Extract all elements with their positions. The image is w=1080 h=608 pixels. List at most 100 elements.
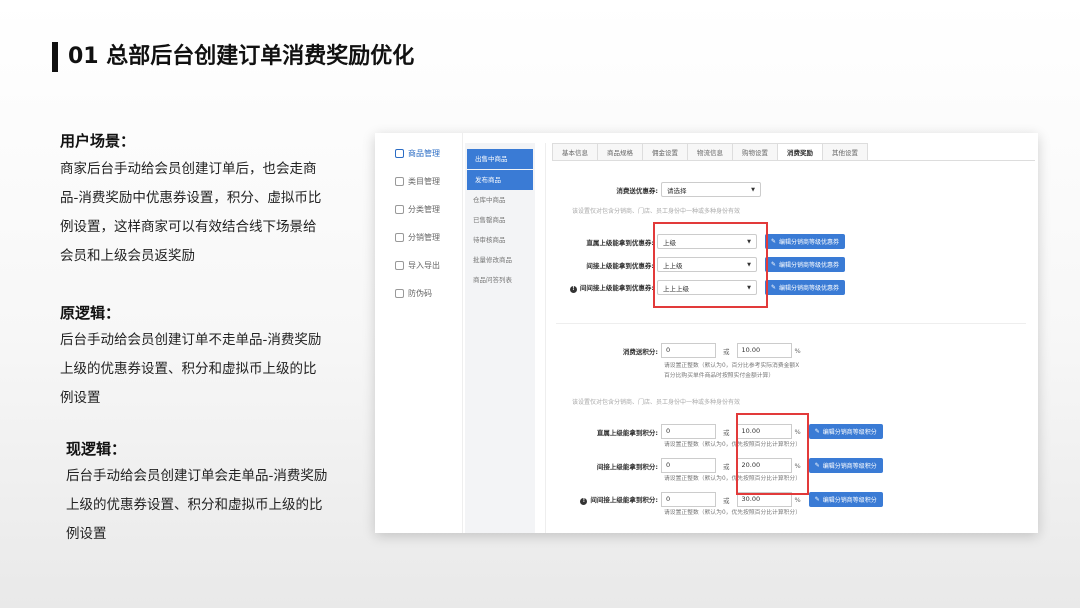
edit-icon: ✎ — [814, 428, 820, 435]
points-note: 请设置正整数（默认为0，百分比参考实际消费金额X百分比购买单件商品时按照实付金额… — [664, 363, 800, 379]
subnav-item[interactable]: 出售中商品 — [467, 149, 533, 169]
tab-bar: 基本信息 商品规格 佣金设置 物流信息 购物设置 消费奖励 其他设置 — [552, 143, 1035, 161]
subnav-item[interactable]: 商品问答列表 — [465, 270, 535, 290]
new-logic-body: 后台手动给会员创建订单会走单品-消费奖励上级的优惠券设置、积分和虚拟币上级的比例… — [66, 468, 328, 542]
nav-label: 分类管理 — [408, 204, 440, 214]
distribution-icon — [395, 232, 404, 242]
edit-icon: ✎ — [771, 284, 777, 291]
or-text: 或 — [723, 462, 730, 471]
coupon-label: 消费送优惠券: — [616, 186, 658, 195]
coupon-row: 消费送优惠券: 请选择 ▼ — [546, 182, 761, 197]
side-nav: 商品管理 类目管理 分类管理 分销管理 导入导出 防伪码 — [375, 133, 463, 533]
tab-reward[interactable]: 消费奖励 — [777, 143, 823, 160]
scene-body: 商家后台手动给会员创建订单后，也会走商品-消费奖励中优惠券设置，积分、虚拟币比例… — [60, 161, 322, 264]
edit-icon: ✎ — [814, 462, 820, 469]
nav-item-category[interactable]: 类目管理 — [375, 167, 462, 195]
button-label: 编辑分销商等级积分 — [822, 497, 877, 504]
field-label: ! 间间接上级能拿到优惠券: — [542, 282, 657, 293]
subnav-item[interactable]: 仓库中商品 — [465, 190, 535, 210]
level-points-input[interactable]: 0 — [661, 424, 716, 439]
field-label: 直属上级能拿到积分: — [596, 428, 658, 437]
tab-commission[interactable]: 佣金设置 — [642, 143, 688, 160]
or-text: 或 — [723, 496, 730, 505]
info-icon: ! — [580, 497, 588, 505]
nav-item-goods[interactable]: 商品管理 — [375, 139, 462, 167]
subnav-item[interactable]: 已售罄商品 — [465, 210, 535, 230]
nav-item-classify[interactable]: 分类管理 — [375, 195, 462, 223]
button-label: 编辑分销商等级积分 — [822, 429, 877, 436]
row-note: 请设置正整数（默认为0，优先按照百分比计算积分） — [664, 510, 802, 516]
info-icon: ! — [569, 285, 577, 293]
edit-coupon-button[interactable]: ✎ 编辑分销商等级优惠券 — [765, 257, 846, 272]
select-value: 请选择 — [667, 186, 687, 195]
highlight-box — [736, 413, 809, 495]
nav-item-anti-fake[interactable]: 防伪码 — [375, 279, 462, 307]
nav-item-import-export[interactable]: 导入导出 — [375, 251, 462, 279]
nav-item-distribution[interactable]: 分销管理 — [375, 223, 462, 251]
points-label: 消费送积分: — [622, 347, 658, 356]
points-level-row: 直属上级能拿到积分: 0 或 10.00 % ✎ 编辑分销商等级积分 — [546, 424, 883, 439]
old-logic-body: 后台手动给会员创建订单不走单品-消费奖励上级的优惠券设置、积分和虚拟币上级的比例… — [60, 332, 322, 406]
points-level-row: 间接上级能拿到积分: 0 或 20.00 % ✎ 编辑分销商等级积分 — [546, 458, 883, 473]
tab-spec[interactable]: 商品规格 — [597, 143, 643, 160]
new-logic-heading: 现逻辑： — [66, 440, 127, 458]
scene-heading: 用户场景： — [60, 132, 136, 150]
import-export-icon — [395, 260, 404, 270]
points-percent-input[interactable]: 10.00 — [736, 343, 792, 358]
category-icon — [395, 176, 404, 186]
field-label: 直属上级能拿到优惠券: — [586, 238, 654, 247]
slide-title: 01 总部后台创建订单消费奖励优化 — [68, 44, 415, 69]
nav-label: 商品管理 — [408, 148, 440, 158]
main-panel: 基本信息 商品规格 佣金设置 物流信息 购物设置 消费奖励 其他设置 消费送优惠… — [545, 143, 1035, 533]
button-label: 编辑分销商等级优惠券 — [779, 285, 840, 292]
old-logic-heading: 原逻辑： — [60, 304, 121, 322]
button-label: 编辑分销商等级积分 — [822, 463, 877, 470]
points-input[interactable]: 0 — [661, 343, 716, 358]
tab-logistics[interactable]: 物流信息 — [687, 143, 733, 160]
subnav-item[interactable]: 待审核商品 — [465, 230, 535, 250]
points-row: 消费送积分: 0 或 10.00 % — [546, 343, 801, 358]
highlight-box — [653, 222, 768, 308]
button-label: 编辑分销商等级优惠券 — [779, 262, 840, 269]
or-text: 或 — [723, 428, 730, 437]
caret-down-icon: ▼ — [751, 186, 755, 193]
subnav-item[interactable]: 发布商品 — [467, 170, 533, 190]
percent-unit: % — [794, 495, 801, 504]
classify-icon — [395, 204, 404, 214]
tab-basic[interactable]: 基本信息 — [552, 143, 598, 160]
percent-unit: % — [794, 346, 801, 355]
nav-label: 导入导出 — [408, 260, 440, 270]
tab-other[interactable]: 其他设置 — [822, 143, 868, 160]
goods-icon — [395, 148, 404, 158]
sub-nav: 出售中商品 发布商品 仓库中商品 已售罄商品 待审核商品 批量修改商品 商品问答… — [465, 143, 535, 533]
level-points-input[interactable]: 0 — [661, 458, 716, 473]
level-points-input[interactable]: 0 — [661, 492, 716, 507]
edit-icon: ✎ — [814, 496, 820, 503]
nav-label: 分销管理 — [408, 232, 440, 242]
nav-label: 防伪码 — [408, 288, 432, 298]
points-level-row: ! 间间接上级能拿到积分: 0 或 30.00 % ✎ 编辑分销商等级积分 — [546, 492, 883, 507]
anti-fake-icon — [395, 288, 404, 298]
field-label-text: 间间接上级能拿到优惠券: — [579, 284, 654, 293]
coupon-hint: 该设置仅对包含分销商、门店、员工身份中一种或多种身份有效 — [572, 208, 741, 215]
coupon-select[interactable]: 请选择 ▼ — [661, 182, 761, 197]
points-hint: 该设置仅对包含分销商、门店、员工身份中一种或多种身份有效 — [572, 399, 741, 406]
divider — [556, 323, 1026, 324]
edit-coupon-button[interactable]: ✎ 编辑分销商等级优惠券 — [765, 280, 846, 295]
button-label: 编辑分销商等级优惠券 — [779, 239, 840, 246]
edit-points-button[interactable]: ✎ 编辑分销商等级积分 — [808, 424, 883, 439]
subnav-item[interactable]: 批量修改商品 — [465, 250, 535, 270]
tab-shopping[interactable]: 购物设置 — [732, 143, 778, 160]
title-accent-bar — [52, 42, 58, 72]
edit-points-button[interactable]: ✎ 编辑分销商等级积分 — [808, 492, 883, 507]
edit-points-button[interactable]: ✎ 编辑分销商等级积分 — [808, 458, 883, 473]
edit-icon: ✎ — [771, 238, 777, 245]
edit-icon: ✎ — [771, 261, 777, 268]
or-text: 或 — [723, 347, 730, 356]
field-label: 间接上级能拿到积分: — [596, 462, 658, 471]
field-label: 间接上级能拿到优惠券: — [586, 261, 654, 270]
nav-label: 类目管理 — [408, 176, 440, 186]
admin-screenshot: 商品管理 类目管理 分类管理 分销管理 导入导出 防伪码 出售中商品 发布商品 … — [375, 133, 1038, 533]
field-label: ! 间间接上级能拿到积分: — [546, 494, 661, 505]
edit-coupon-button[interactable]: ✎ 编辑分销商等级优惠券 — [765, 234, 846, 249]
